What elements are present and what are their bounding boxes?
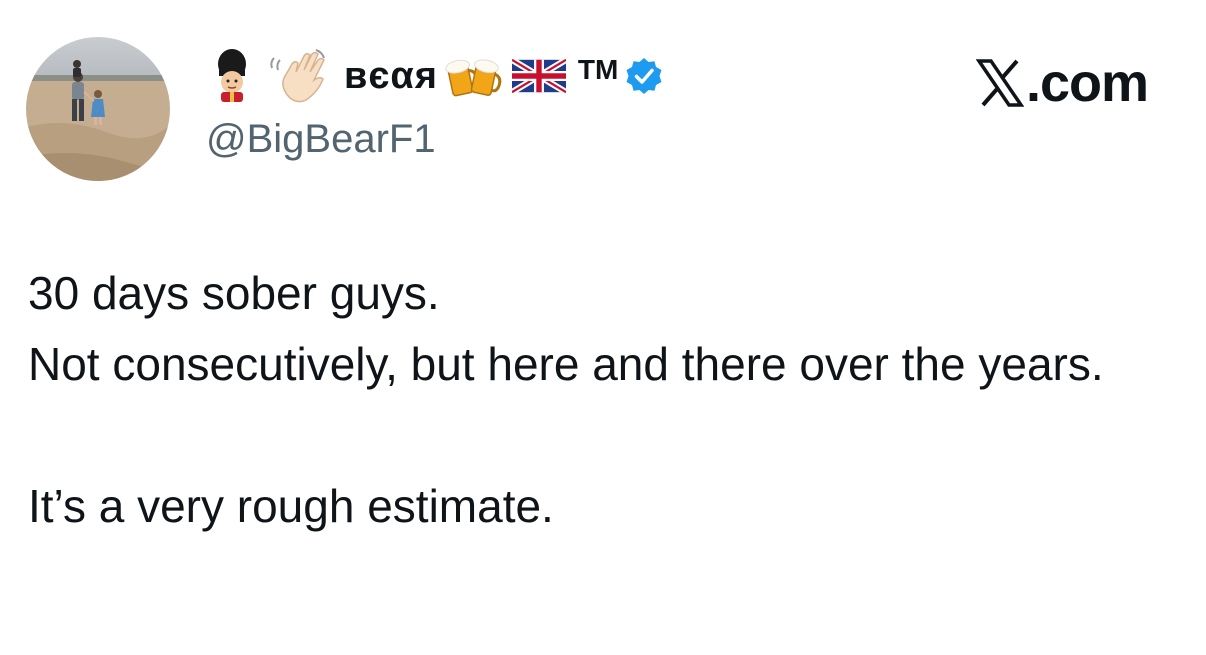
display-name: ʙєαя <box>344 54 438 97</box>
avatar-photo <box>26 37 170 181</box>
beer-mugs-icon <box>444 48 502 104</box>
waving-hand-icon <box>268 48 330 104</box>
trademark-text: TM <box>577 54 619 85</box>
tweet-line: It’s a very rough estimate. <box>28 480 554 532</box>
avatar[interactable] <box>26 37 170 181</box>
verified-badge-icon <box>624 56 664 96</box>
brand-text: .com <box>1025 53 1149 113</box>
tweet-line: 30 days sober guys. <box>28 267 440 319</box>
x-logo-icon <box>975 58 1024 108</box>
brand-logo: .com <box>975 52 1149 114</box>
guard-icon <box>206 48 258 104</box>
tweet-line: Not consecutively, but here and there ov… <box>28 338 1104 390</box>
tweet-text: 30 days sober guys. Not consecutively, b… <box>28 258 1178 542</box>
author-handle[interactable]: @BigBearF1 <box>206 117 436 162</box>
author-name-row[interactable]: ʙєαя TM <box>206 44 664 108</box>
uk-flag-icon <box>511 56 566 96</box>
